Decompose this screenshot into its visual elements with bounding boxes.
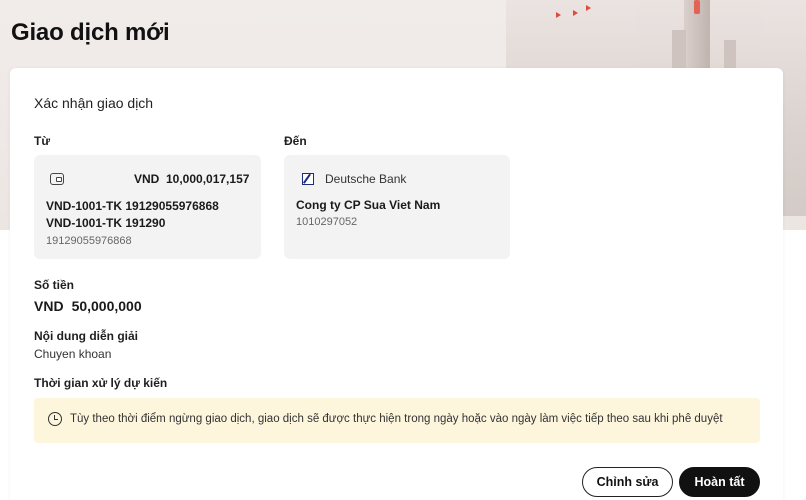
skyline-tower [672,30,686,70]
skyline-spire [694,0,700,14]
clock-icon [48,412,62,426]
processing-notice-text: Tùy theo thời điểm ngừng giao dịch, giao… [70,413,723,425]
page-title: Giao dịch mới [11,19,170,46]
decorative-flag [556,12,561,18]
source-account-name: VND-1001-TK 19129055976868 VND-1001-TK 1… [46,198,256,232]
source-account-name-line2: VND-1001-TK 191290 [46,216,166,230]
source-account-name-line1: VND-1001-TK 19129055976868 [46,199,219,213]
to-label: Đến [284,134,307,148]
processing-notice: Tùy theo thời điểm ngừng giao dịch, giao… [34,398,760,443]
processing-time-label: Thời gian xử lý dự kiến [34,376,168,390]
amount-currency: VND [34,298,64,314]
deutsche-bank-logo-icon [302,173,314,185]
source-account-number: 19129055976868 [46,235,132,247]
beneficiary-name: Cong ty CP Sua Viet Nam [296,198,441,212]
description-value: Chuyen khoan [34,347,112,361]
complete-button[interactable]: Hoàn tất [679,467,760,497]
amount-value: VND 50,000,000 [34,298,150,314]
beneficiary-bank-name: Deutsche Bank [325,172,407,186]
beneficiary-account-number: 1010297052 [296,216,358,228]
source-account-card: VND 10,000,017,157 VND-1001-TK 191290559… [34,155,261,259]
confirm-card: Xác nhận giao dịch Từ Đến VND 10,000,017… [10,68,783,500]
decorative-flag [573,10,578,16]
source-currency: VND [134,172,160,186]
source-balance: 10,000,017,157 [166,172,250,186]
skyline-tower [724,40,736,70]
edit-button[interactable]: Chỉnh sửa [582,467,673,497]
amount-label: Số tiền [34,278,75,292]
decorative-flag [586,5,591,11]
amount-number: 50,000,000 [71,298,142,314]
beneficiary-account-card: Deutsche Bank Cong ty CP Sua Viet Nam 10… [284,155,510,259]
section-title: Xác nhận giao dịch [34,95,154,111]
wallet-icon [50,173,64,185]
from-label: Từ [34,134,51,148]
description-label: Nội dung diễn giải [34,329,138,343]
